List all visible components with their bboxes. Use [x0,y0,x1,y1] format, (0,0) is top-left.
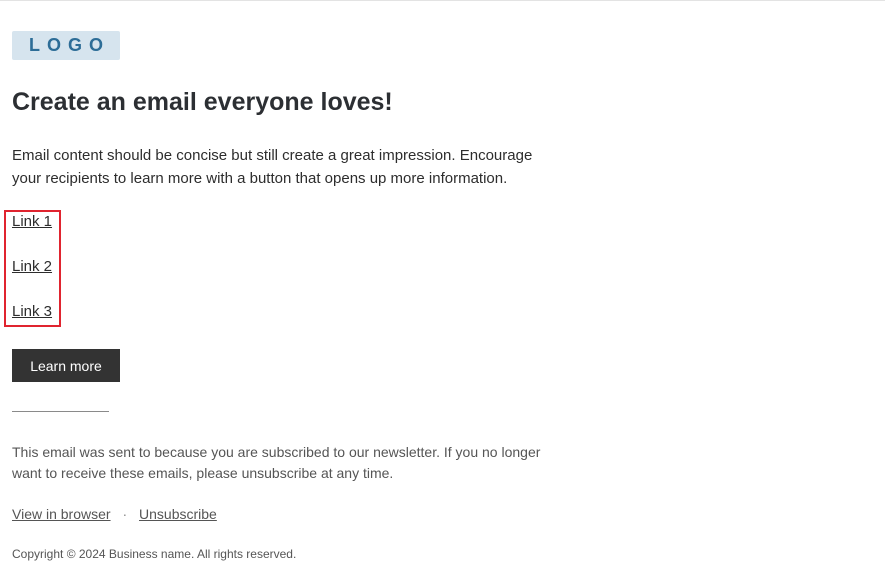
email-headline: Create an email everyone loves! [12,88,393,116]
footer-links: View in browser · Unsubscribe [12,506,217,522]
learn-more-button[interactable]: Learn more [12,349,120,382]
footer-divider [12,411,109,412]
top-divider [0,0,885,1]
logo: LOGO [12,31,120,60]
link-1[interactable]: Link 1 [12,213,52,230]
email-body-text: Email content should be concise but stil… [12,147,533,187]
footer-notice: This email was sent to because you are s… [12,444,541,481]
logo-text: LOGO [29,35,110,55]
link-3[interactable]: Link 3 [12,303,52,320]
copyright-text: Copyright © 2024 Business name. All righ… [12,547,297,561]
link-2[interactable]: Link 2 [12,258,52,275]
unsubscribe-link[interactable]: Unsubscribe [139,506,217,522]
view-in-browser-link[interactable]: View in browser [12,506,111,522]
footer-separator: · [122,506,128,522]
